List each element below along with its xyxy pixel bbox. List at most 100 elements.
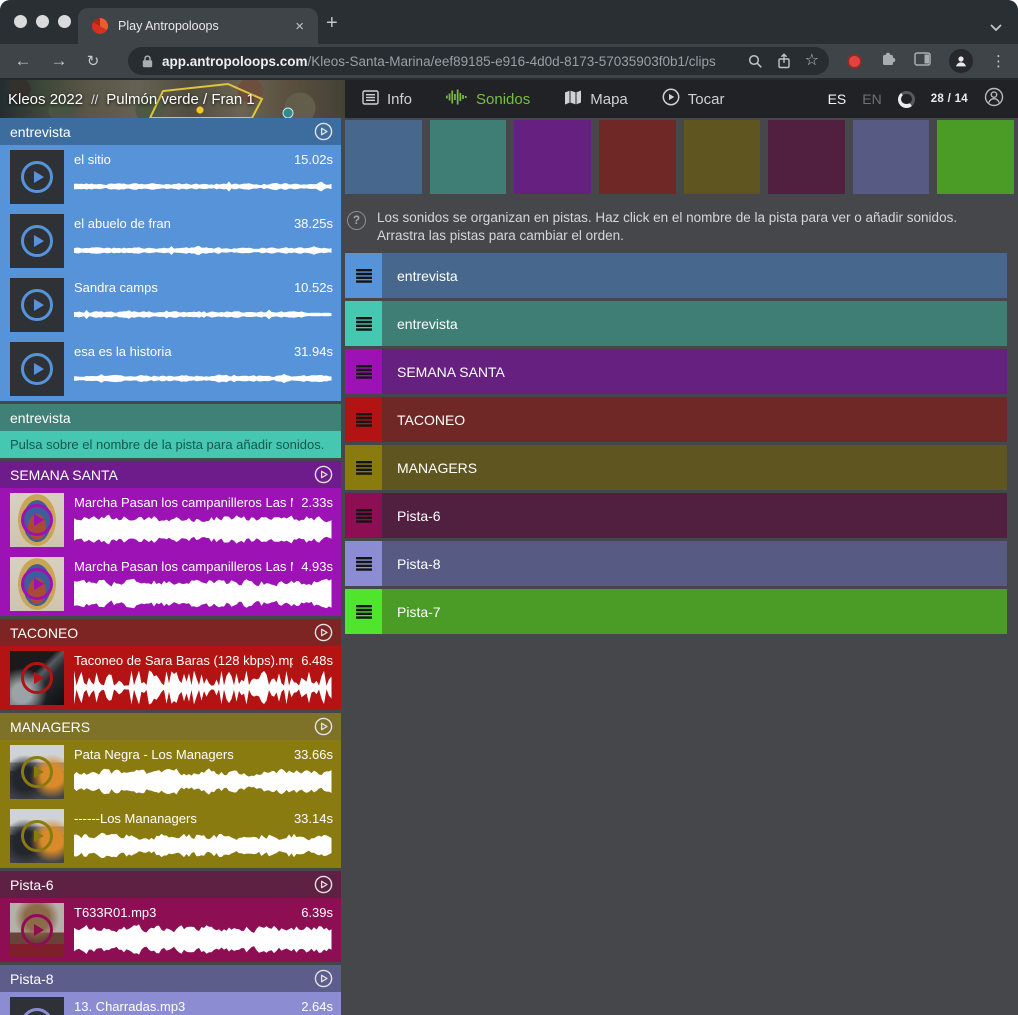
track-row[interactable]: entrevista: [345, 301, 1007, 346]
zoom-page-icon[interactable]: [748, 54, 763, 69]
track-section-header[interactable]: entrevista: [0, 404, 341, 431]
drag-handle-icon[interactable]: [345, 397, 382, 442]
track-name-button[interactable]: Pista-6: [382, 493, 1007, 538]
track-row[interactable]: Pista-7: [345, 589, 1007, 634]
track-pad[interactable]: [853, 120, 930, 194]
track-pad[interactable]: [345, 120, 422, 194]
track-pad[interactable]: [514, 120, 591, 194]
play-track-icon[interactable]: [314, 875, 333, 894]
clip-thumbnail[interactable]: [10, 903, 64, 957]
clip-row[interactable]: Sandra camps10.52s: [0, 273, 341, 337]
project-name[interactable]: Kleos 2022: [8, 91, 83, 108]
clip-thumbnail[interactable]: [10, 214, 64, 268]
track-row[interactable]: Pista-8: [345, 541, 1007, 586]
nav-item-tocar[interactable]: Tocar: [645, 80, 742, 118]
lang-en-button[interactable]: EN: [862, 91, 881, 107]
clip-thumbnail[interactable]: [10, 493, 64, 547]
track-pad[interactable]: [768, 120, 845, 194]
address-bar[interactable]: app.antropoloops.com/Kleos-Santa-Marina/…: [128, 47, 829, 75]
track-name-button[interactable]: Pista-8: [382, 541, 1007, 586]
drag-handle-icon[interactable]: [345, 349, 382, 394]
clip-thumbnail[interactable]: [10, 278, 64, 332]
drag-handle-icon[interactable]: [345, 493, 382, 538]
play-clip-icon[interactable]: [21, 756, 53, 788]
forward-button[interactable]: →: [46, 51, 72, 71]
track-row[interactable]: TACONEO: [345, 397, 1007, 442]
track-row[interactable]: Pista-6: [345, 493, 1007, 538]
clip-thumbnail[interactable]: [10, 997, 64, 1015]
play-clip-icon[interactable]: [21, 1008, 53, 1015]
clip-row[interactable]: ------Los Mananagers33.14s: [0, 804, 341, 868]
maximize-window-button[interactable]: [58, 15, 71, 28]
drag-handle-icon[interactable]: [345, 253, 382, 298]
nav-item-sonidos[interactable]: Sonidos: [429, 80, 547, 118]
track-row[interactable]: SEMANA SANTA: [345, 349, 1007, 394]
clip-row[interactable]: 13. Charradas.mp32.64s: [0, 992, 341, 1015]
track-pad[interactable]: [684, 120, 761, 194]
track-row[interactable]: entrevista: [345, 253, 1007, 298]
play-clip-icon[interactable]: [21, 225, 53, 257]
drag-handle-icon[interactable]: [345, 589, 382, 634]
play-track-icon[interactable]: [314, 969, 333, 988]
track-name-button[interactable]: Pista-7: [382, 589, 1007, 634]
track-name-button[interactable]: entrevista: [382, 253, 1007, 298]
clip-thumbnail[interactable]: [10, 150, 64, 204]
browser-tab[interactable]: Play Antropoloops ×: [78, 8, 318, 44]
nav-item-mapa[interactable]: Mapa: [547, 80, 645, 118]
close-window-button[interactable]: [14, 15, 27, 28]
clip-row[interactable]: el abuelo de fran38.25s: [0, 209, 341, 273]
extensions-puzzle-icon[interactable]: [880, 51, 896, 72]
track-name-button[interactable]: SEMANA SANTA: [382, 349, 1007, 394]
clip-row[interactable]: Pata Negra - Los Managers33.66s: [0, 740, 341, 804]
reload-button[interactable]: ↻: [80, 52, 106, 70]
track-section-header[interactable]: entrevista: [0, 118, 341, 145]
bookmark-star-icon[interactable]: ☆: [805, 53, 819, 69]
drag-handle-icon[interactable]: [345, 541, 382, 586]
play-clip-icon[interactable]: [21, 820, 53, 852]
play-clip-icon[interactable]: [21, 504, 53, 536]
clip-thumbnail[interactable]: [10, 342, 64, 396]
clip-thumbnail[interactable]: [10, 745, 64, 799]
track-pad[interactable]: [937, 120, 1014, 194]
track-pad[interactable]: [599, 120, 676, 194]
track-pad[interactable]: [430, 120, 507, 194]
new-tab-button[interactable]: +: [326, 12, 338, 35]
track-section-header[interactable]: SEMANA SANTA: [0, 461, 341, 488]
clip-thumbnail[interactable]: [10, 809, 64, 863]
play-track-icon[interactable]: [314, 717, 333, 736]
window-controls[interactable]: [14, 15, 71, 28]
track-section-header[interactable]: TACONEO: [0, 619, 341, 646]
clip-thumbnail[interactable]: [10, 651, 64, 705]
record-icon[interactable]: [847, 54, 862, 69]
clip-row[interactable]: esa es la historia31.94s: [0, 337, 341, 401]
track-name-button[interactable]: entrevista: [382, 301, 1007, 346]
clip-row[interactable]: Taconeo de Sara Baras (128 kbps).mp36.48…: [0, 646, 341, 710]
clip-row[interactable]: el sitio15.02s: [0, 145, 341, 209]
lang-es-button[interactable]: ES: [828, 91, 847, 107]
track-name-button[interactable]: TACONEO: [382, 397, 1007, 442]
clip-row[interactable]: Marcha Pasan los campanilleros Las Mejor…: [0, 552, 341, 616]
track-section-header[interactable]: Pista-8: [0, 965, 341, 992]
play-clip-icon[interactable]: [21, 289, 53, 321]
close-tab-icon[interactable]: ×: [291, 18, 308, 35]
clip-thumbnail[interactable]: [10, 557, 64, 611]
track-name-button[interactable]: MANAGERS: [382, 445, 1007, 490]
play-track-icon[interactable]: [314, 465, 333, 484]
track-section-header[interactable]: MANAGERS: [0, 713, 341, 740]
drag-handle-icon[interactable]: [345, 301, 382, 346]
track-section-header[interactable]: Pista-6: [0, 871, 341, 898]
play-clip-icon[interactable]: [21, 568, 53, 600]
play-track-icon[interactable]: [314, 623, 333, 642]
account-icon[interactable]: [984, 87, 1004, 112]
browser-profile-avatar[interactable]: [949, 49, 973, 73]
tab-search-chevron-icon[interactable]: [990, 18, 1002, 36]
track-row[interactable]: MANAGERS: [345, 445, 1007, 490]
play-track-icon[interactable]: [314, 122, 333, 141]
clip-row[interactable]: T633R01.mp36.39s: [0, 898, 341, 962]
clip-row[interactable]: Marcha Pasan los campanilleros Las Mejor…: [0, 488, 341, 552]
back-button[interactable]: ←: [10, 51, 36, 71]
play-clip-icon[interactable]: [21, 662, 53, 694]
play-clip-icon[interactable]: [21, 161, 53, 193]
play-clip-icon[interactable]: [21, 353, 53, 385]
share-icon[interactable]: [777, 53, 791, 69]
